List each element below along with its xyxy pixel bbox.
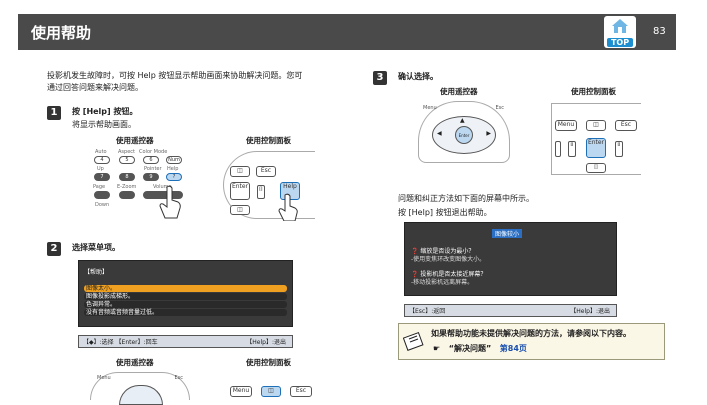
remote-btn-9[interactable]: 9 [143,173,159,181]
step3-remote-dpad[interactable]: Enter ◀ ▶ ▲ [432,116,496,154]
note-line-1: 如果帮助功能未提供解决问题的方法，请参阅以下内容。 [431,329,631,338]
step3-remote-esc-label: Esc [495,105,504,111]
remote-label-pointer: Pointer [144,166,162,172]
help-a2: -移动投影机远离屏幕。 [411,279,474,286]
remote-label-ezoom: E-Zoom [117,184,137,190]
note-link-page[interactable]: 第84页 [500,344,527,353]
note-box: 如果帮助功能未提供解决问题的方法，请参阅以下内容。 ☛ “解决问题” 第84页 [398,323,665,360]
step-2-remote-caption: 使用遥控器 [116,358,154,367]
step-3-title: 确认选择。 [398,72,438,81]
right-arrow-icon: ▶ [486,130,491,137]
panel-source-icon[interactable]: ◫ [230,166,250,177]
remote-label-colormode: Color Mode [139,149,168,155]
remote-label-page: Page [93,184,106,190]
help-answer-footer-left: 【Esc】:返回 [409,308,446,315]
top-label: TOP [607,38,633,47]
page-title: 使用帮助 [31,24,92,42]
remote-btn-5[interactable]: 5 [119,156,135,164]
step-1-badge: 1 [47,106,61,120]
remote-btn-num[interactable]: Num [166,156,182,164]
panel-enter-button[interactable]: Enter [230,182,250,200]
step-3-remote-caption: 使用遥控器 [440,87,478,96]
step-2-badge: 2 [47,242,61,256]
help-answer-title: 图像较小 [492,229,523,238]
note-link-text[interactable]: “解决问题” [449,344,492,353]
panel-source-button-highlight[interactable]: ◫ [261,386,281,397]
remote-label-aspect: Aspect [118,149,135,155]
step-2-title: 选择菜单项。 [72,243,120,252]
step-3-desc-2: 按 [Help] 按钮退出帮助。 [398,208,492,217]
step-1-desc: 将显示帮助画面。 [72,120,136,129]
remote-label-auto: Auto [95,149,107,155]
help-menu-screen: 【帮助】 图像太小。 图像投影成梯形。 色调异常。 没有音频或音频音量过低。 [78,260,293,327]
top-button[interactable]: TOP [604,16,636,48]
panel-esc-button-2[interactable]: Esc [290,386,312,397]
step3-panel-enter-button[interactable]: Enter [586,138,606,158]
finger-press-icon-panel [278,193,298,221]
help-menu-item-2[interactable]: 图像投影成梯形。 [84,293,287,300]
note-arrow-icon: ☛ [433,344,441,353]
up-arrow-icon: ▲ [460,117,465,124]
step3-panel-keystone-button[interactable]: ⌷ [568,141,576,157]
remote-esc-label: Esc [174,375,183,381]
home-icon [612,19,628,33]
help-answer-footer: 【Esc】:返回 【Help】:退出 [404,304,617,317]
remote-dpad[interactable] [119,385,163,405]
help-menu-item-1[interactable]: 图像太小。 [84,285,287,292]
step-1-title: 按 [Help] 按钮。 [72,107,138,116]
remote-help-button[interactable]: ? [166,173,182,181]
panel-esc-button[interactable]: Esc [256,166,276,177]
help-menu-footer-right: 【Help】:退出 [246,339,286,346]
remote-btn-4[interactable]: 4 [94,156,110,164]
page-header: 使用帮助 TOP 83 [18,14,676,50]
note-link-row: ☛ “解决问题” 第84页 [433,343,527,355]
intro-line-1: 投影机发生故障时，可按 Help 按钮显示帮助画面来协助解决问题。您可 [47,71,303,80]
remote-menu-label: Menu [97,375,111,381]
step3-panel-menu-button[interactable]: Menu [555,120,577,131]
step-3-badge: 3 [373,71,387,85]
help-menu-item-3[interactable]: 色调异常。 [84,301,287,308]
step3-panel-source-button[interactable]: ◫ [586,120,606,131]
help-answer-screen: 图像较小 ❓ 缩放是否设为最小？ -使用变焦环改变图像大小。 ❓ 投影机是否太接… [404,222,617,296]
step-3-desc-1: 问题和纠正方法如下面的屏幕中所示。 [398,194,534,203]
panel-down-button[interactable]: ◫ [230,205,250,215]
step-3-panel-illustration: Menu ◫ Esc ⌷ Enter ⌷ ◫ [551,103,641,175]
step-2-panel-caption: 使用控制面板 [246,358,291,367]
help-a1: -使用变焦环改变图像大小。 [411,256,486,263]
panel-keystone-button[interactable]: ⌷ [257,185,265,199]
step-1-remote-illustration: Auto Aspect Color Mode 4 5 6 Num Up Poin… [87,147,191,219]
finger-press-icon [159,185,181,219]
step3-panel-down-button[interactable]: ◫ [586,163,606,173]
step3-panel-right-button[interactable]: ⌷ [615,141,623,157]
remote-page-button[interactable] [94,191,110,199]
step3-panel-esc-button[interactable]: Esc [615,120,637,131]
step-1-panel-illustration: ◫ Esc Enter ⌷ Help ◫ [223,151,318,221]
remote-label-up: Up [97,166,104,172]
left-arrow-icon: ◀ [437,130,442,137]
help-menu-footer: 【◆】:选择 【Enter】:回车 【Help】:退出 [78,335,293,348]
remote-btn-8[interactable]: 8 [119,173,135,181]
step-2-remote-illustration: Menu Esc [90,372,190,405]
step-1-panel-caption: 使用控制面板 [246,136,291,145]
note-pencil-icon [403,331,424,351]
help-menu-item-4[interactable]: 没有音频或音频音量过低。 [84,309,287,316]
remote-btn-6[interactable]: 6 [143,156,159,164]
step3-remote-enter-button[interactable]: Enter [455,126,473,144]
step-3-remote-illustration: Menu Esc Enter ◀ ▶ ▲ [418,101,510,163]
help-menu-title: 【帮助】 [84,269,109,276]
remote-btn-7[interactable]: 7 [94,173,110,181]
step-3-panel-caption: 使用控制面板 [571,87,616,96]
step-2-panel-illustration: Menu ◫ Esc [228,384,318,400]
remote-label-down: Down [95,202,110,208]
help-answer-footer-right: 【Help】:退出 [570,308,610,315]
step-1-remote-caption: 使用遥控器 [116,136,154,145]
step3-panel-left-button[interactable] [555,141,561,157]
remote-ezoom-button[interactable] [119,191,135,199]
panel-menu-button[interactable]: Menu [230,386,252,397]
page-number: 83 [653,26,666,37]
step3-remote-menu-label: Menu [423,105,437,111]
remote-label-help: Help [167,166,179,172]
help-menu-footer-left: 【◆】:选择 【Enter】:回车 [83,339,158,346]
intro-line-2: 通过回答问题来解决问题。 [47,83,143,92]
